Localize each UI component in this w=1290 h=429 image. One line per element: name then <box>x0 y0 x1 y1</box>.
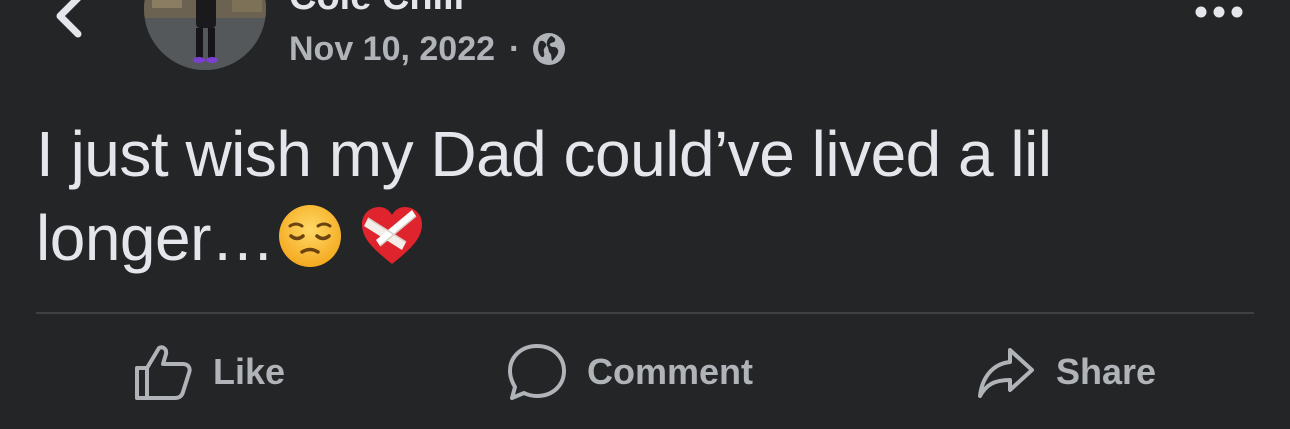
post-meta: Nov 10, 2022 · <box>289 28 566 70</box>
comment-label: Comment <box>587 351 754 392</box>
author-name[interactable]: Cole Chill <box>289 0 464 19</box>
post-text: I just wish my Dad could’ve lived a lil … <box>36 118 1052 274</box>
avatar-photo <box>144 0 266 70</box>
globe-icon[interactable] <box>532 32 566 66</box>
share-arrow-icon <box>978 348 1034 398</box>
post-body: I just wish my Dad could’ve lived a lil … <box>36 112 1256 280</box>
more-options-icon[interactable] <box>1192 0 1246 24</box>
share-label: Share <box>1056 351 1157 392</box>
like-label: Like <box>213 351 286 392</box>
back-button[interactable] <box>48 0 92 38</box>
comment-icon <box>508 344 566 400</box>
divider <box>36 312 1254 314</box>
post-timestamp[interactable]: Nov 10, 2022 <box>289 30 495 69</box>
thumbs-up-icon <box>135 345 192 400</box>
pensive-face-emoji <box>279 205 342 267</box>
share-button[interactable]: Share <box>976 342 1156 402</box>
chevron-left-icon <box>56 0 82 38</box>
meta-separator: · <box>509 29 521 68</box>
avatar[interactable] <box>144 0 266 70</box>
comment-button[interactable]: Comment <box>507 342 753 402</box>
like-button[interactable]: Like <box>133 342 285 402</box>
mending-heart-emoji <box>362 207 423 264</box>
